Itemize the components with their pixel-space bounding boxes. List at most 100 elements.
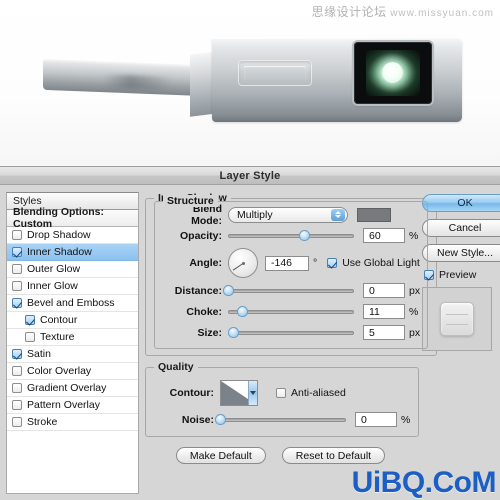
opacity-label: Opacity: — [179, 229, 222, 242]
style-checkbox-icon[interactable] — [25, 332, 35, 342]
style-preview-shape — [440, 302, 474, 336]
preview-check-icon — [424, 270, 434, 280]
angle-input[interactable]: -146 — [265, 255, 309, 271]
style-row-inner-glow[interactable]: Inner Glow — [7, 278, 138, 295]
style-checkbox-icon[interactable] — [12, 247, 22, 257]
distance-slider-thumb[interactable] — [223, 284, 234, 296]
opacity-slider-track — [228, 233, 354, 238]
opacity-unit: % — [409, 229, 419, 242]
watermark-bottom: UiBQ.CoM — [351, 466, 497, 499]
anti-aliased-checkbox[interactable]: Anti-aliased — [276, 387, 346, 399]
angle-row: Angle: -146 ° Use Global Light — [162, 246, 420, 280]
style-checkbox-icon[interactable] — [12, 230, 22, 240]
styles-rows-container: Drop Shadow Inner Shadow Outer Glow Inner G… — [7, 227, 138, 431]
style-row-label: Contour — [40, 314, 78, 326]
structure-section-title: Structure — [163, 195, 218, 207]
style-row-outer-glow[interactable]: Outer Glow — [7, 261, 138, 278]
style-row-inner-shadow[interactable]: Inner Shadow — [7, 244, 138, 261]
noise-label: Noise: — [181, 413, 214, 426]
style-row-texture[interactable]: Texture — [7, 329, 138, 346]
size-slider[interactable] — [228, 326, 354, 340]
size-input[interactable]: 5 — [363, 325, 405, 340]
opacity-slider-thumb[interactable] — [298, 229, 310, 241]
make-default-button[interactable]: Make Default — [175, 447, 266, 464]
size-slider-thumb[interactable] — [228, 326, 240, 338]
style-row-label: Stroke — [27, 416, 58, 428]
distance-value: 0 — [369, 284, 375, 297]
style-row-color-overlay[interactable]: Color Overlay — [7, 363, 138, 380]
style-row-satin[interactable]: Satin — [7, 346, 138, 363]
choke-input[interactable]: 11 — [363, 304, 405, 319]
anti-aliased-label: Anti-aliased — [291, 387, 346, 399]
use-global-light-label: Use Global Light — [342, 257, 420, 269]
inner-shadow-panel: Inner Shadow Structure Blend Mode: Multi… — [145, 192, 438, 494]
styles-list[interactable]: Styles Blending Options: Custom Drop Sha… — [6, 192, 139, 494]
style-checkbox-icon[interactable] — [25, 315, 35, 325]
choke-slider[interactable] — [228, 305, 354, 319]
choke-slider-thumb[interactable] — [236, 305, 248, 317]
watermark-url-text: www.missyuan.com — [390, 8, 494, 19]
device-lens — [366, 50, 420, 96]
dialog-actions-column: OK Cancel New Style... Preview — [422, 192, 500, 494]
size-slider-track — [228, 330, 354, 335]
noise-slider-thumb[interactable] — [215, 413, 226, 425]
styles-column: Styles Blending Options: Custom Drop Sha… — [6, 192, 139, 494]
style-row-stroke[interactable]: Stroke — [7, 414, 138, 431]
style-checkbox-icon[interactable] — [12, 417, 22, 427]
noise-slider[interactable] — [215, 413, 346, 427]
layer-style-dialog: Layer Style Styles Blending Options: Cus… — [0, 166, 500, 500]
distance-input[interactable]: 0 — [363, 283, 405, 298]
distance-slider[interactable] — [223, 284, 354, 298]
contour-preset-picker[interactable] — [220, 380, 258, 406]
style-checkbox-icon[interactable] — [12, 400, 22, 410]
opacity-row: Opacity: 60 % — [162, 225, 420, 246]
cancel-button[interactable]: Cancel — [422, 219, 500, 237]
blend-mode-value: Multiply — [237, 208, 273, 221]
blend-color-swatch[interactable] — [357, 207, 391, 222]
new-style-button[interactable]: New Style... — [422, 244, 500, 262]
blending-options-label: Blending Options: Custom — [13, 206, 104, 230]
anti-aliased-check-icon — [276, 388, 286, 398]
choke-label: Choke: — [186, 305, 222, 318]
style-checkbox-icon[interactable] — [12, 264, 22, 274]
opacity-slider[interactable] — [228, 229, 354, 243]
device-grip-detail — [238, 60, 312, 86]
distance-slider-track — [228, 288, 354, 293]
style-row-label: Texture — [40, 331, 75, 343]
style-row-gradient-overlay[interactable]: Gradient Overlay — [7, 380, 138, 397]
choke-unit: % — [409, 305, 419, 318]
opacity-input[interactable]: 60 — [363, 228, 405, 243]
watermark-cn-text: 思缘设计论坛 — [311, 5, 387, 19]
blend-mode-select[interactable]: Multiply — [228, 206, 348, 223]
style-row-bevel-and-emboss[interactable]: Bevel and Emboss — [7, 295, 138, 312]
distance-label: Distance: — [174, 284, 222, 297]
contour-row: Contour: Anti-aliased — [154, 377, 410, 409]
new-style-label: New Style... — [436, 247, 494, 259]
size-row: Size: 5 px — [162, 322, 420, 343]
style-checkbox-icon[interactable] — [12, 366, 22, 376]
style-checkbox-icon[interactable] — [12, 349, 22, 359]
device-screen — [354, 42, 432, 104]
preview-checkbox[interactable]: Preview — [424, 269, 494, 281]
style-row-pattern-overlay[interactable]: Pattern Overlay — [7, 397, 138, 414]
ok-button[interactable]: OK — [422, 194, 500, 212]
style-checkbox-icon[interactable] — [12, 281, 22, 291]
blending-options-row[interactable]: Blending Options: Custom — [7, 206, 138, 230]
opacity-value: 60 — [369, 229, 381, 242]
reset-to-default-button[interactable]: Reset to Default — [281, 447, 386, 464]
style-row-label: Gradient Overlay — [27, 382, 107, 394]
default-buttons-row: Make Default Reset to Default — [145, 447, 416, 464]
watermark-top: 思缘设计论坛 www.missyuan.com — [312, 3, 494, 20]
use-global-light-checkbox[interactable]: Use Global Light — [327, 257, 420, 269]
angle-unit: ° — [313, 257, 318, 269]
quality-group-title: Quality — [158, 361, 194, 373]
style-checkbox-icon[interactable] — [12, 298, 22, 308]
style-row-label: Pattern Overlay — [27, 399, 100, 411]
style-checkbox-icon[interactable] — [12, 383, 22, 393]
angle-dial[interactable] — [228, 248, 258, 278]
style-row-contour[interactable]: Contour — [7, 312, 138, 329]
contour-chevron-down-icon[interactable] — [248, 381, 257, 405]
noise-input[interactable]: 0 — [355, 412, 397, 427]
dialog-titlebar[interactable]: Layer Style — [0, 167, 500, 185]
angle-value: -146 — [271, 257, 293, 269]
